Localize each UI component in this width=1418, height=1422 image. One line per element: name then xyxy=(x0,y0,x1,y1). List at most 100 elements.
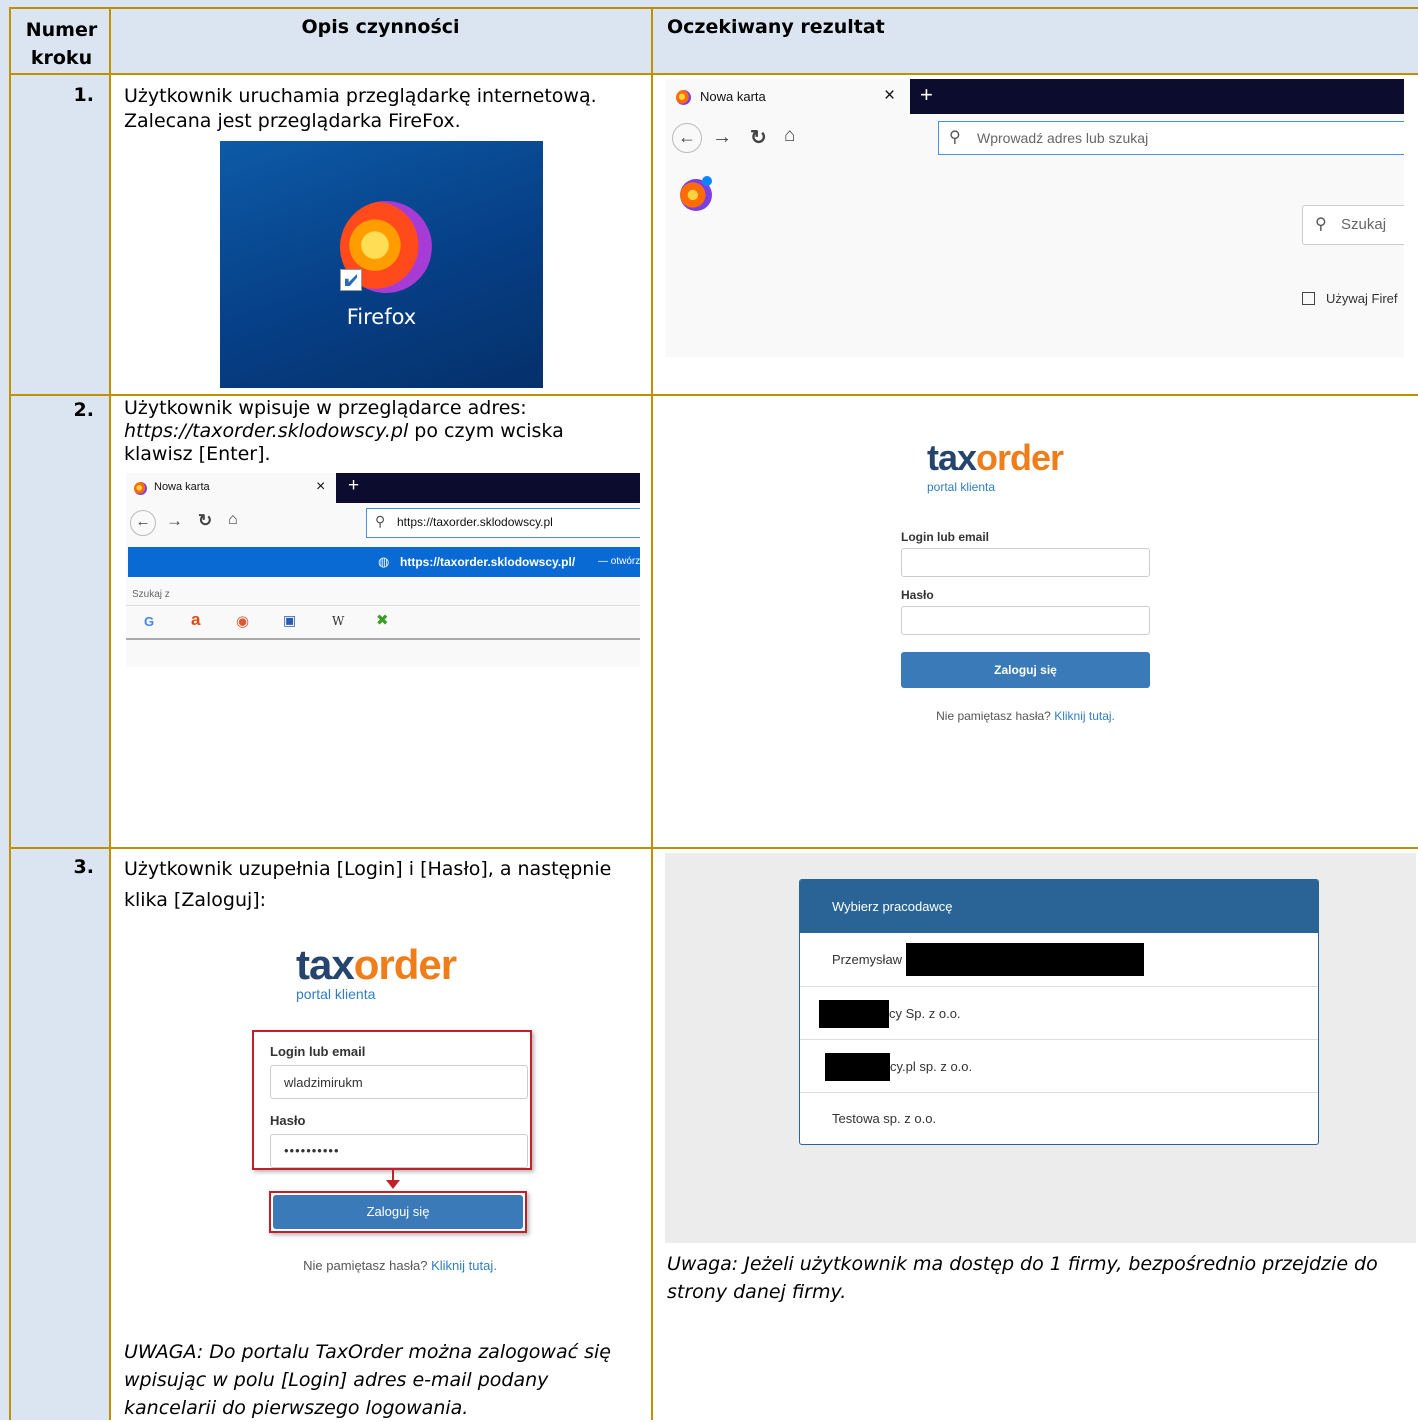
forgot-link[interactable]: Kliknij tutaj. xyxy=(1054,709,1115,723)
wikipedia-engine-icon[interactable]: W xyxy=(332,614,344,628)
header-number-line2: kroku xyxy=(30,47,93,69)
step2-line2: https://taxorder.sklodowscy.pl po czym w… xyxy=(124,420,564,443)
logo-subtitle: portal klienta xyxy=(927,480,996,494)
url-value: https://taxorder.sklodowscy.pl xyxy=(397,515,553,529)
reload-icon-2[interactable]: ↻ xyxy=(198,511,212,531)
google-engine-icon[interactable]: G xyxy=(144,614,154,629)
step3-line2: klika [Zaloguj]: xyxy=(124,889,267,911)
step2-line2-rest: po czym wciska xyxy=(408,420,564,442)
step1-line1: Użytkownik uruchamia przeglądarkę intern… xyxy=(124,85,597,107)
login-label: Login lub email xyxy=(901,530,990,544)
password-label-2: Hasło xyxy=(270,1113,306,1128)
search-icon-2: ⚲ xyxy=(375,513,386,529)
header-description: Opis czynności xyxy=(301,16,460,38)
logo2-part2: order xyxy=(353,941,457,988)
forgot-password: Nie pamiętasz hasła? Kliknij tutaj. xyxy=(901,709,1150,723)
logo-subtitle-2: portal klienta xyxy=(296,986,376,1002)
forgot-link-2[interactable]: Kliknij tutaj. xyxy=(431,1258,497,1273)
employer-item[interactable]: Przemysław xyxy=(800,933,1318,987)
step2-description: Użytkownik wpisuje w przeglądarce adres:… xyxy=(124,397,564,466)
header-number: Numer kroku xyxy=(24,16,99,72)
grid-left xyxy=(9,7,11,1420)
suggestion-url: https://taxorder.sklodowscy.pl/ xyxy=(400,555,576,569)
employer-item-label: cy.pl sp. z o.o. xyxy=(890,1059,973,1074)
page-search-icon: ⚲ xyxy=(1315,216,1327,233)
password-value: •••••••••• xyxy=(284,1143,340,1158)
firefox-typing-url-window: Nowa karta × + ← → ↻ ⌂ ⚲ https://taxorde… xyxy=(126,473,640,667)
header-number-line1: Numer xyxy=(25,19,98,41)
redaction-block xyxy=(825,1053,890,1081)
step3-note: UWAGA: Do portalu TaxOrder można zalogow… xyxy=(124,1338,611,1422)
new-tab-plus-icon-2[interactable]: + xyxy=(348,475,359,497)
employer-item-label: Przemysław xyxy=(832,952,903,967)
step3-result-note: Uwaga: Jeżeli użytkownik ma dostęp do 1 … xyxy=(667,1250,1378,1306)
login-button-2[interactable]: Zaloguj się xyxy=(273,1195,523,1229)
use-firefox-link[interactable]: Używaj Firef xyxy=(1326,291,1398,306)
back-icon[interactable]: ← xyxy=(672,123,702,153)
tab-close-icon-2[interactable]: × xyxy=(316,478,325,496)
employer-item[interactable]: cy Sp. z o.o. xyxy=(800,986,1318,1040)
url-placeholder: Wprowadź adres lub szukaj xyxy=(977,130,1149,146)
step2-url: https://taxorder.sklodowscy.pl xyxy=(124,420,409,442)
home-icon[interactable]: ⌂ xyxy=(784,125,795,147)
login-value: wladzimirukm xyxy=(284,1075,363,1090)
search-with-label: Szukaj z xyxy=(132,589,170,600)
forgot-text: Nie pamiętasz hasła? xyxy=(936,709,1051,723)
login-label-2: Login lub email xyxy=(270,1044,366,1059)
password-input-filled[interactable]: •••••••••• xyxy=(270,1134,528,1168)
forgot-password-2: Nie pamiętasz hasła? Kliknij tutaj. xyxy=(250,1258,550,1273)
grid-h3 xyxy=(9,847,1418,849)
grid-col2 xyxy=(651,7,653,1420)
notification-dot-icon xyxy=(702,176,712,186)
new-tab-plus-icon[interactable]: + xyxy=(920,82,933,108)
use-firefox-icon xyxy=(1302,292,1315,305)
back-icon-2[interactable]: ← xyxy=(130,510,156,536)
duckduckgo-engine-icon[interactable]: ◉ xyxy=(236,612,249,630)
url-bar[interactable]: ⚲ Wprowadź adres lub szukaj xyxy=(938,121,1404,155)
step-number-2: 2. xyxy=(73,399,94,421)
step1-description: Użytkownik uruchamia przeglądarkę intern… xyxy=(124,84,597,134)
login-input[interactable] xyxy=(901,548,1150,577)
employer-item[interactable]: Testowa sp. z o.o. xyxy=(800,1092,1318,1144)
step3-note-line3: kancelarii do pierwszego logowania. xyxy=(124,1397,469,1419)
firefox-new-tab-window: Nowa karta × + ← → ↻ ⌂ ⚲ Wprowadź adres … xyxy=(666,79,1404,357)
step2-line3: klawisz [Enter]. xyxy=(124,443,271,465)
panel-header: Wybierz pracodawcę xyxy=(800,880,1318,933)
tab-new-2[interactable]: Nowa karta × xyxy=(126,473,336,503)
password-input[interactable] xyxy=(901,606,1150,635)
search-icon: ⚲ xyxy=(949,129,961,146)
redaction-block xyxy=(906,943,1144,976)
employer-panel: Wybierz pracodawcę Przemysław cy Sp. z o… xyxy=(799,879,1319,1145)
grid-h2 xyxy=(9,394,1418,396)
forward-icon[interactable]: → xyxy=(712,126,732,149)
allegro-engine-icon[interactable]: ✖ xyxy=(376,611,389,629)
suggestion-suffix: — otwórz xyxy=(598,556,640,567)
login-button[interactable]: Zaloguj się xyxy=(901,652,1150,688)
login-input-filled[interactable]: wladzimirukm xyxy=(270,1065,528,1099)
firefox-tab-icon xyxy=(676,90,691,105)
header-result: Oczekiwany rezultat xyxy=(667,16,885,38)
arrow-head-icon xyxy=(386,1180,400,1189)
url-suggestion-row[interactable]: ◍ https://taxorder.sklodowscy.pl/ — otwó… xyxy=(128,547,640,577)
amazon-engine-icon[interactable]: a xyxy=(191,610,200,630)
reload-icon[interactable]: ↻ xyxy=(750,125,767,150)
step1-line2: Zalecana jest przeglądarka FireFox. xyxy=(124,110,461,132)
forward-icon-2[interactable]: → xyxy=(166,511,183,531)
firefox-desktop-shortcut: Firefox xyxy=(220,141,543,388)
pwn-engine-icon[interactable]: ▣ xyxy=(283,612,296,629)
page-search-placeholder: Szukaj xyxy=(1341,216,1387,233)
page-search-box[interactable]: ⚲ Szukaj xyxy=(1302,205,1404,245)
url-bar-2[interactable]: ⚲ https://taxorder.sklodowscy.pl xyxy=(366,508,640,538)
home-icon-2[interactable]: ⌂ xyxy=(228,511,238,529)
login-form-filled: taxorder portal klienta Login lub email … xyxy=(250,940,540,1280)
tab-close-icon[interactable]: × xyxy=(884,85,895,107)
employer-item[interactable]: cy.pl sp. z o.o. xyxy=(800,1039,1318,1093)
step3-description: Użytkownik uzupełnia [Login] i [Hasło], … xyxy=(124,854,611,916)
logo-part2: order xyxy=(976,437,1064,478)
employer-selection-screen: Wybierz pracodawcę Przemysław cy Sp. z o… xyxy=(665,853,1416,1243)
logo2-part1: tax xyxy=(296,941,355,988)
grid-top xyxy=(9,7,1418,9)
step2-line1: Użytkownik wpisuje w przeglądarce adres: xyxy=(124,397,527,419)
grid-col1 xyxy=(109,7,111,1420)
tab-new[interactable]: Nowa karta × xyxy=(666,79,910,114)
